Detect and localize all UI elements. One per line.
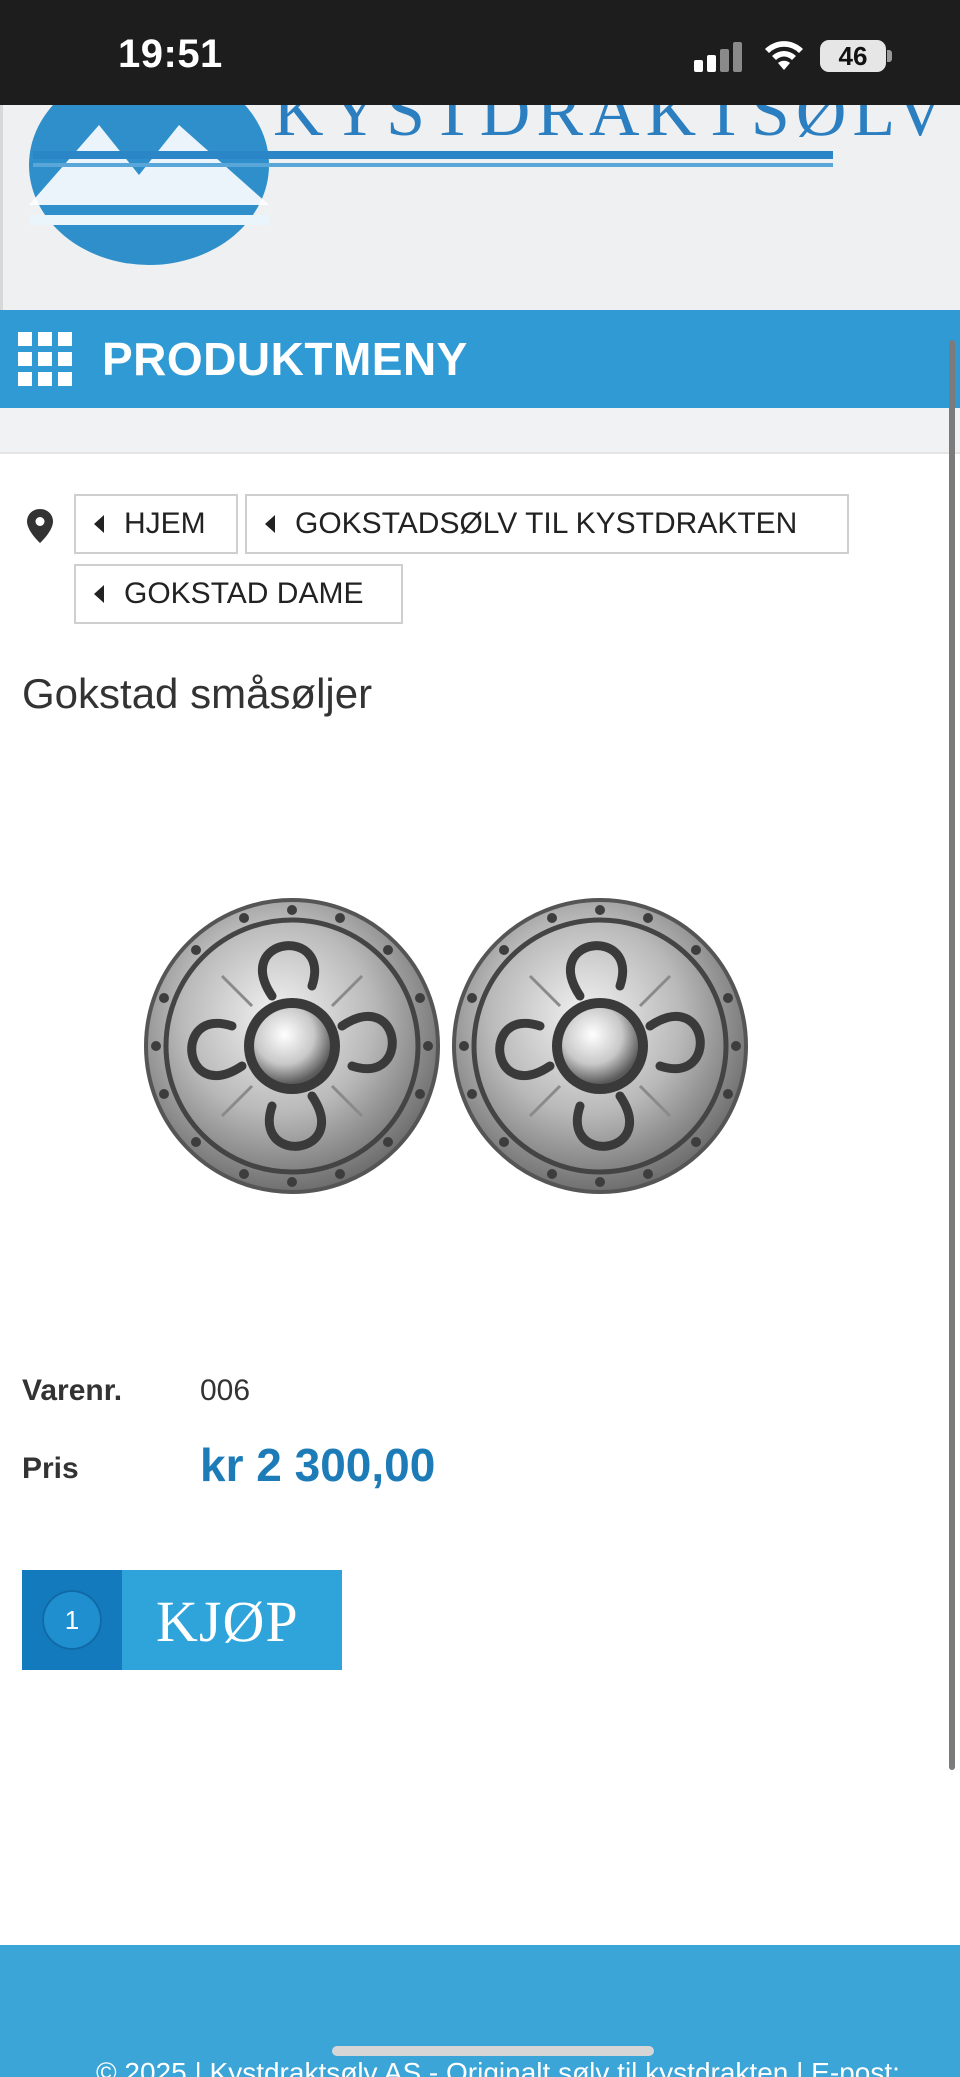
footer-text: © 2025 | Kystdraktsølv AS - Originalt sø… <box>96 2057 900 2077</box>
status-bar: 19:51 46 <box>0 0 960 105</box>
breadcrumb-category[interactable]: GOKSTADSØLV TIL KYSTDRAKTEN <box>245 494 849 554</box>
quantity-input[interactable]: 1 <box>42 1590 102 1650</box>
site-header: KYSTDRAKTSØLV AS <box>0 105 960 310</box>
product-menu-bar[interactable]: PRODUKTMENY <box>0 310 960 408</box>
price-value: kr 2 300,00 <box>200 1439 436 1491</box>
logo-underline <box>33 151 833 159</box>
breadcrumb-label: HJEM <box>124 507 206 540</box>
product-title: Gokstad småsøljer <box>22 670 373 717</box>
logo-emblem[interactable] <box>29 105 269 265</box>
home-indicator[interactable] <box>332 2046 654 2056</box>
buy-label[interactable]: KJØP <box>156 1588 299 1655</box>
breadcrumb-label: GOKSTAD DAME <box>124 577 364 610</box>
status-time: 19:51 <box>118 32 223 76</box>
grid-menu-icon[interactable] <box>18 332 72 386</box>
battery-level: 46 <box>820 40 886 72</box>
breadcrumb-label: GOKSTADSØLV TIL KYSTDRAKTEN <box>295 507 798 540</box>
menu-divider <box>0 408 960 454</box>
logo-wordmark[interactable]: KYSTDRAKTSØLV AS <box>273 105 960 153</box>
product-image[interactable] <box>140 890 760 1200</box>
page-scrollbar[interactable] <box>949 340 955 1770</box>
caret-left-icon <box>265 515 275 533</box>
wifi-icon <box>765 41 803 70</box>
logo-mountain-icon <box>29 125 269 225</box>
buy-button[interactable]: 1 KJØP <box>22 1570 342 1670</box>
site-footer: © 2025 | Kystdraktsølv AS - Originalt sø… <box>0 1945 960 2077</box>
caret-left-icon <box>94 585 104 603</box>
breadcrumb-home[interactable]: HJEM <box>74 494 238 554</box>
breadcrumb-subcategory[interactable]: GOKSTAD DAME <box>74 564 403 624</box>
caret-left-icon <box>94 515 104 533</box>
sku-label: Varenr. <box>22 1374 123 1407</box>
logo-underline-thin <box>33 163 833 167</box>
location-pin-icon <box>27 509 53 543</box>
quantity-box: 1 <box>22 1570 122 1670</box>
cellular-signal-icon <box>694 42 742 72</box>
sku-value: 006 <box>200 1374 251 1407</box>
product-menu-label[interactable]: PRODUKTMENY <box>102 332 468 386</box>
battery-icon: 46 <box>820 40 892 72</box>
price-label: Pris <box>22 1452 79 1485</box>
